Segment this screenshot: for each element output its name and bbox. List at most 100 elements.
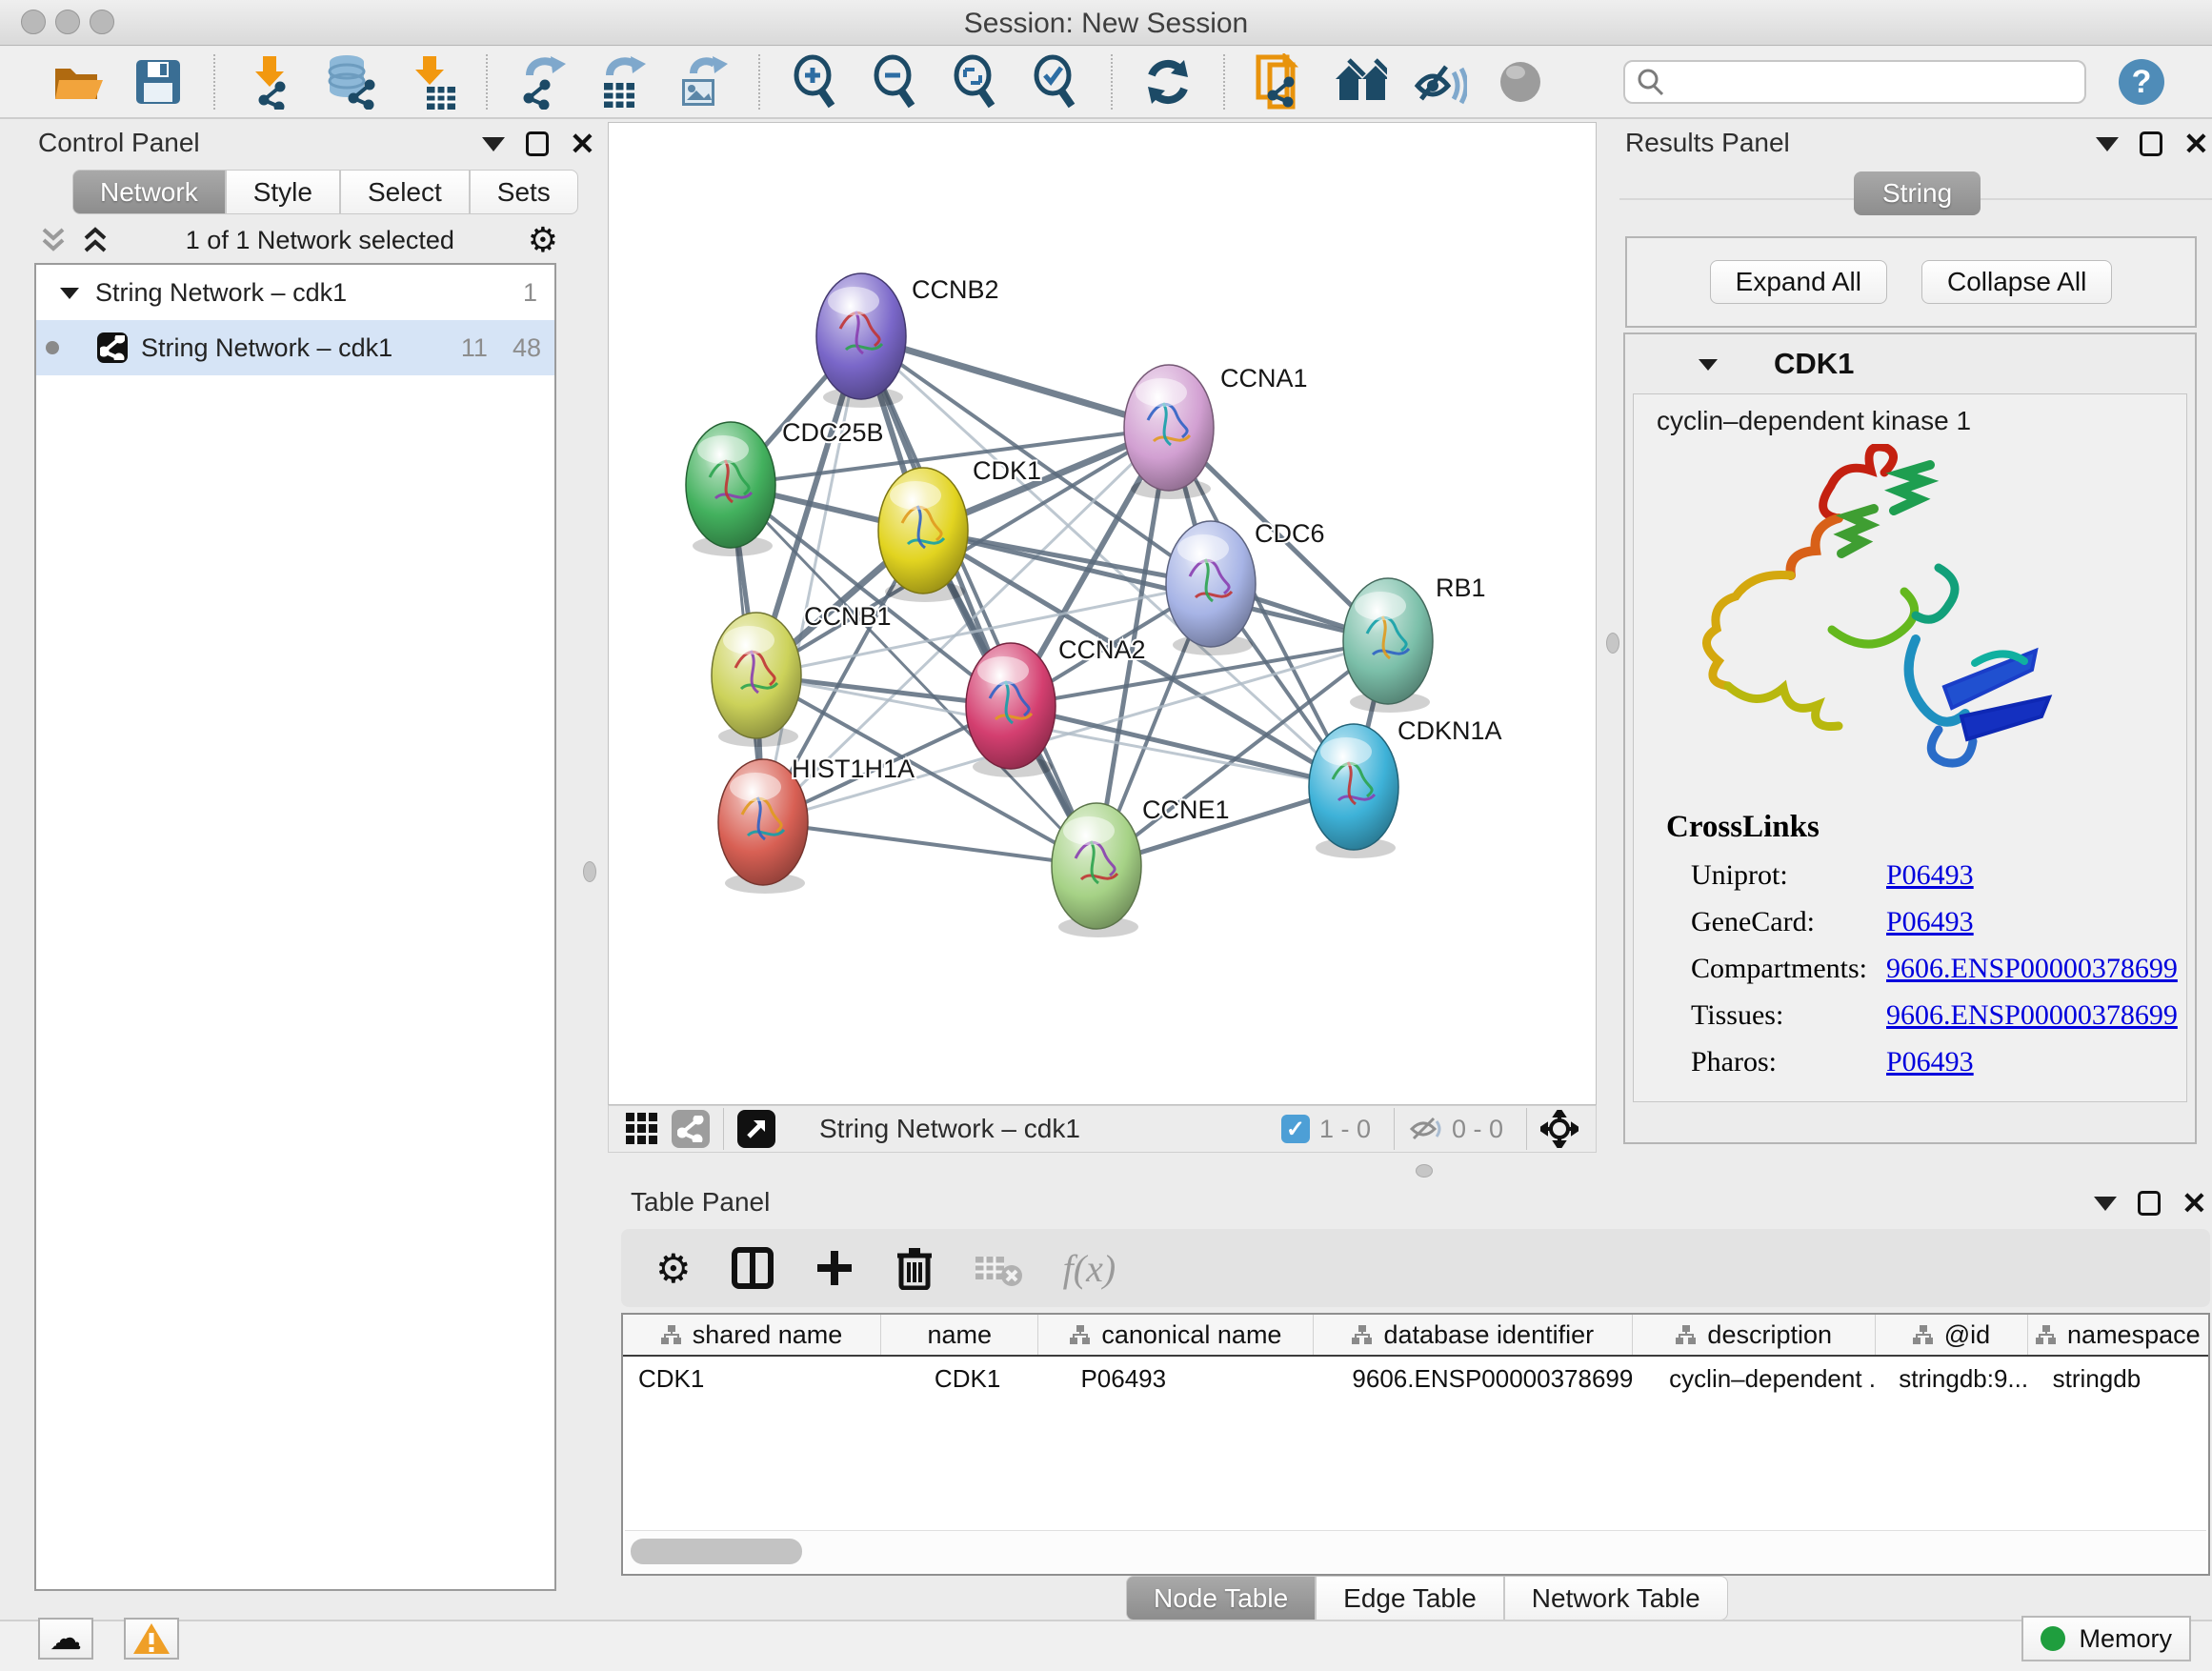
network-collection-row[interactable]: String Network – cdk1 1	[36, 265, 554, 320]
column-header-id[interactable]: @id	[1876, 1315, 2027, 1355]
cell-namespace[interactable]: stringdb	[2028, 1364, 2208, 1394]
memory-button[interactable]: Memory	[2021, 1616, 2191, 1661]
cloud-icon: ☁	[50, 1620, 82, 1658]
search-input[interactable]	[1663, 68, 2073, 97]
control-panel-close-icon[interactable]: ✕	[570, 131, 595, 156]
scrollbar-thumb[interactable]	[631, 1539, 802, 1564]
network-options-gear-icon[interactable]: ⚙	[528, 220, 558, 260]
node-CCNB1[interactable]	[712, 613, 801, 747]
crosslink-genecard-link[interactable]: P06493	[1886, 906, 1974, 938]
tab-node-table[interactable]: Node Table	[1126, 1576, 1316, 1621]
crosslink-tissues-link[interactable]: 9606.ENSP00000378699	[1886, 999, 2178, 1032]
results-panel-menu-icon[interactable]	[2096, 137, 2119, 151]
collection-label: String Network – cdk1	[95, 278, 347, 308]
table-horizontal-scrollbar[interactable]	[625, 1530, 2206, 1572]
collection-expander-icon[interactable]	[57, 283, 82, 302]
crosslinks-section: CrossLinks Uniprot:P06493 GeneCard:P0649…	[1634, 810, 2186, 1078]
import-network-file-button[interactable]	[244, 55, 297, 109]
protein-structure-image	[1689, 444, 2089, 787]
node-CCNE1[interactable]	[1052, 803, 1141, 937]
refresh-view-button[interactable]	[1141, 55, 1195, 109]
node-CDC25B[interactable]	[686, 422, 775, 556]
tab-edge-table[interactable]: Edge Table	[1316, 1576, 1504, 1621]
control-panel-menu-icon[interactable]	[482, 137, 505, 151]
column-header-description[interactable]: description	[1633, 1315, 1876, 1355]
left-splitter-handle[interactable]	[583, 861, 596, 882]
tab-sets[interactable]: Sets	[470, 170, 578, 214]
open-in-new-window-icon[interactable]	[737, 1110, 775, 1148]
import-network-database-button[interactable]	[324, 55, 377, 109]
tab-select[interactable]: Select	[340, 170, 470, 214]
results-panel-float-icon[interactable]	[2140, 131, 2162, 156]
node-label-CDC6: CDC6	[1255, 519, 1325, 548]
open-session-button[interactable]	[51, 55, 105, 109]
node-CDKN1A[interactable]	[1309, 724, 1398, 858]
window-title: Session: New Session	[0, 8, 2212, 40]
export-network-button[interactable]	[516, 55, 570, 109]
crosslink-pharos-link[interactable]: P06493	[1886, 1046, 1974, 1078]
network-row[interactable]: String Network – cdk1 11 48	[36, 320, 554, 375]
cell-database-identifier[interactable]: 9606.ENSP00000378699	[1314, 1364, 1633, 1394]
cloud-services-button[interactable]: ☁	[38, 1618, 93, 1660]
cell-name[interactable]: CDK1	[881, 1364, 1039, 1394]
tab-string[interactable]: String	[1854, 171, 1981, 215]
cell-description[interactable]: cyclin–dependent ...	[1633, 1364, 1876, 1394]
delete-column-icon[interactable]	[895, 1246, 934, 1290]
hidden-count: 0 - 0	[1452, 1115, 1503, 1144]
search-box[interactable]	[1623, 60, 2086, 104]
cell-shared-name[interactable]: CDK1	[623, 1364, 881, 1394]
import-table-button[interactable]	[404, 55, 457, 109]
crosslink-uniprot-link[interactable]: P06493	[1886, 859, 1974, 892]
node-CCNB2[interactable]	[816, 273, 906, 408]
first-neighbors-button[interactable]	[1334, 55, 1387, 109]
right-splitter-handle[interactable]	[1606, 633, 1619, 654]
column-header-namespace[interactable]: namespace	[2028, 1315, 2208, 1355]
help-button[interactable]: ?	[2119, 59, 2164, 105]
entry-expander-icon[interactable]	[1696, 354, 1720, 373]
network-graph[interactable]: CCNB2CCNA1CDC25BCDK1CDC6RB1CCNB1CCNA2CDK…	[609, 123, 1596, 1104]
new-network-from-selection-button[interactable]	[1254, 55, 1307, 109]
hide-selected-button[interactable]	[1414, 55, 1467, 109]
node-CDK1[interactable]	[878, 468, 968, 602]
selected-items-checkbox[interactable]: ✓	[1281, 1115, 1310, 1143]
warnings-button[interactable]	[124, 1618, 179, 1660]
table-panel-close-icon[interactable]: ✕	[2182, 1191, 2207, 1216]
toolbar-separator	[486, 54, 488, 110]
pan-center-icon[interactable]	[1540, 1110, 1579, 1148]
table-row[interactable]: CDK1 CDK1 P06493 9606.ENSP00000378699 cy…	[623, 1357, 2208, 1400]
collapse-all-button[interactable]: Collapse All	[1921, 260, 2112, 304]
table-options-gear-icon[interactable]: ⚙	[655, 1245, 692, 1292]
column-header-canonical-name[interactable]: canonical name	[1038, 1315, 1314, 1355]
results-panel-close-icon[interactable]: ✕	[2183, 131, 2209, 156]
zoom-selected-button[interactable]	[1029, 55, 1082, 109]
add-column-icon[interactable]	[814, 1247, 855, 1289]
expand-all-button[interactable]: Expand All	[1710, 260, 1887, 304]
zoom-fit-button[interactable]	[949, 55, 1002, 109]
save-session-button[interactable]	[131, 55, 185, 109]
table-panel-float-icon[interactable]	[2138, 1191, 2161, 1216]
network-canvas[interactable]: CCNB2CCNA1CDC25BCDK1CDC6RB1CCNB1CCNA2CDK…	[608, 122, 1597, 1105]
zoom-out-button[interactable]	[869, 55, 922, 109]
node-RB1[interactable]	[1343, 578, 1433, 713]
tab-style[interactable]: Style	[226, 170, 340, 214]
horizontal-splitter-handle[interactable]	[1416, 1164, 1433, 1178]
expand-all-networks-icon[interactable]	[80, 226, 112, 254]
collapse-all-networks-icon[interactable]	[38, 226, 70, 254]
table-panel-menu-icon[interactable]	[2094, 1197, 2117, 1211]
tab-network[interactable]: Network	[72, 170, 226, 214]
show-columns-icon[interactable]	[732, 1247, 774, 1289]
export-table-button[interactable]	[596, 55, 650, 109]
zoom-in-button[interactable]	[789, 55, 842, 109]
column-header-name[interactable]: name	[881, 1315, 1038, 1355]
export-image-button[interactable]	[676, 55, 730, 109]
column-header-database-identifier[interactable]: database identifier	[1314, 1315, 1633, 1355]
control-panel-float-icon[interactable]	[526, 131, 549, 156]
node-CDC6[interactable]	[1166, 521, 1256, 655]
cell-id[interactable]: stringdb:9...	[1876, 1364, 2027, 1394]
column-header-shared-name[interactable]: shared name	[623, 1315, 881, 1355]
crosslink-compartments-link[interactable]: 9606.ENSP00000378699	[1886, 953, 2178, 985]
cell-canonical-name[interactable]: P06493	[1038, 1364, 1314, 1394]
birds-eye-view-icon[interactable]	[624, 1111, 660, 1147]
node-label-CDC25B: CDC25B	[782, 418, 884, 447]
tab-network-table[interactable]: Network Table	[1504, 1576, 1728, 1621]
